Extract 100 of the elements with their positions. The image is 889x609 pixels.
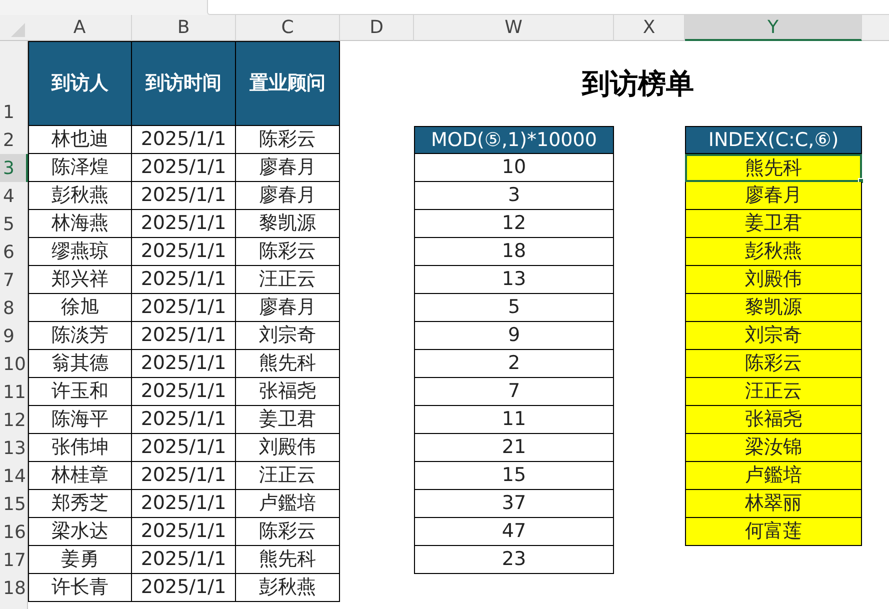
table-cell: 熊先科 bbox=[236, 350, 340, 378]
row-number[interactable]: 9 bbox=[0, 322, 28, 350]
row-number[interactable]: 3 bbox=[0, 154, 28, 182]
column-header[interactable]: C bbox=[236, 15, 340, 41]
table-cell: 姜卫君 bbox=[236, 406, 340, 434]
table-cell: 缪燕琼 bbox=[28, 238, 132, 266]
table-cell: 张伟坤 bbox=[28, 434, 132, 462]
column-header[interactable]: W bbox=[414, 15, 614, 41]
table-cell[interactable]: 卢鑑培 bbox=[685, 462, 862, 490]
table-cell: 张福尧 bbox=[236, 378, 340, 406]
table-cell[interactable]: 熊先科 bbox=[685, 154, 862, 182]
table-cell: 2025/1/1 bbox=[132, 294, 236, 322]
table-cell: 郑兴祥 bbox=[28, 266, 132, 294]
table-cell: 2 bbox=[414, 350, 614, 378]
table-cell: 陈海平 bbox=[28, 406, 132, 434]
table-cell: 黎凯源 bbox=[236, 210, 340, 238]
table-cell: 2025/1/1 bbox=[132, 266, 236, 294]
table-cell: 姜勇 bbox=[28, 546, 132, 574]
column-header[interactable]: B bbox=[132, 15, 236, 41]
table-cell: 陈彩云 bbox=[236, 518, 340, 546]
column-header[interactable]: D bbox=[340, 15, 414, 41]
table-cell: 卢鑑培 bbox=[236, 490, 340, 518]
table-cell: 彭秋燕 bbox=[236, 574, 340, 602]
table-cell: 2025/1/1 bbox=[132, 182, 236, 210]
table-cell: 2025/1/1 bbox=[132, 490, 236, 518]
table-cell: 2025/1/1 bbox=[132, 574, 236, 602]
select-all-icon[interactable] bbox=[11, 23, 25, 37]
row-number[interactable]: 7 bbox=[0, 266, 28, 294]
row-number[interactable]: 6 bbox=[0, 238, 28, 266]
row-number[interactable]: 4 bbox=[0, 182, 28, 210]
table-cell: 廖春月 bbox=[236, 182, 340, 210]
table-cell: 郑秀芝 bbox=[28, 490, 132, 518]
header-cell: 到访人 bbox=[28, 41, 132, 126]
table-cell: 林也迪 bbox=[28, 126, 132, 154]
table-cell: 许玉和 bbox=[28, 378, 132, 406]
table-cell: 2025/1/1 bbox=[132, 518, 236, 546]
table-cell: 3 bbox=[414, 182, 614, 210]
table-cell: 陈彩云 bbox=[236, 126, 340, 154]
column-header[interactable]: Y bbox=[685, 15, 862, 41]
table-cell[interactable]: 汪正云 bbox=[685, 378, 862, 406]
table-cell: 13 bbox=[414, 266, 614, 294]
column-header[interactable]: X bbox=[614, 15, 685, 41]
table-cell: 2025/1/1 bbox=[132, 238, 236, 266]
row-number[interactable]: 10 bbox=[0, 350, 28, 378]
row-number[interactable]: 12 bbox=[0, 406, 28, 434]
table-cell: 10 bbox=[414, 154, 614, 182]
table-cell: 18 bbox=[414, 238, 614, 266]
table-cell[interactable]: 何富莲 bbox=[685, 518, 862, 546]
row-number[interactable]: 16 bbox=[0, 518, 28, 546]
table-cell[interactable]: 林翠丽 bbox=[685, 490, 862, 518]
table-cell: 林海燕 bbox=[28, 210, 132, 238]
table-cell: 2025/1/1 bbox=[132, 546, 236, 574]
table-cell[interactable]: 梁汝锦 bbox=[685, 434, 862, 462]
table-cell: 47 bbox=[414, 518, 614, 546]
table-cell: 21 bbox=[414, 434, 614, 462]
table-cell[interactable]: 姜卫君 bbox=[685, 210, 862, 238]
header-cell: INDEX(C:C,⑥) bbox=[685, 126, 862, 154]
header-cell: MOD(⑤,1)*10000 bbox=[414, 126, 614, 154]
table-cell: 刘殿伟 bbox=[236, 434, 340, 462]
table-cell: 许长青 bbox=[28, 574, 132, 602]
table-cell: 2025/1/1 bbox=[132, 154, 236, 182]
table-cell: 廖春月 bbox=[236, 154, 340, 182]
column-header[interactable]: A bbox=[28, 15, 132, 41]
table-cell[interactable]: 彭秋燕 bbox=[685, 238, 862, 266]
table-cell[interactable]: 陈彩云 bbox=[685, 350, 862, 378]
table-cell: 37 bbox=[414, 490, 614, 518]
row-number[interactable]: 13 bbox=[0, 434, 28, 462]
table-cell: 刘宗奇 bbox=[236, 322, 340, 350]
table-cell[interactable]: 廖春月 bbox=[685, 182, 862, 210]
row-number[interactable]: 11 bbox=[0, 378, 28, 406]
row-number[interactable]: 17 bbox=[0, 546, 28, 574]
header-cell: 到访时间 bbox=[132, 41, 236, 126]
row-number[interactable]: 15 bbox=[0, 490, 28, 518]
table-cell: 11 bbox=[414, 406, 614, 434]
table-cell: 15 bbox=[414, 462, 614, 490]
table-cell: 2025/1/1 bbox=[132, 406, 236, 434]
formula-bar[interactable] bbox=[207, 0, 889, 15]
row-number[interactable]: 14 bbox=[0, 462, 28, 490]
table-cell: 廖春月 bbox=[236, 294, 340, 322]
table-cell: 2025/1/1 bbox=[132, 350, 236, 378]
row-number[interactable]: 1 bbox=[0, 41, 28, 126]
row-number[interactable]: 2 bbox=[0, 126, 28, 154]
table-cell: 翁其德 bbox=[28, 350, 132, 378]
table-cell: 2025/1/1 bbox=[132, 434, 236, 462]
table-cell: 2025/1/1 bbox=[132, 322, 236, 350]
row-number[interactable]: 5 bbox=[0, 210, 28, 238]
header-cell: 置业顾问 bbox=[236, 41, 340, 126]
row-number[interactable]: 18 bbox=[0, 574, 28, 602]
table-cell: 12 bbox=[414, 210, 614, 238]
row-header-background bbox=[0, 602, 28, 609]
table-cell: 熊先科 bbox=[236, 546, 340, 574]
table-cell: 梁水达 bbox=[28, 518, 132, 546]
table-cell[interactable]: 刘宗奇 bbox=[685, 322, 862, 350]
table-cell[interactable]: 张福尧 bbox=[685, 406, 862, 434]
table-cell[interactable]: 黎凯源 bbox=[685, 294, 862, 322]
table-cell[interactable]: 刘殿伟 bbox=[685, 266, 862, 294]
table-cell: 2025/1/1 bbox=[132, 462, 236, 490]
table-cell: 2025/1/1 bbox=[132, 378, 236, 406]
table-cell: 徐旭 bbox=[28, 294, 132, 322]
row-number[interactable]: 8 bbox=[0, 294, 28, 322]
